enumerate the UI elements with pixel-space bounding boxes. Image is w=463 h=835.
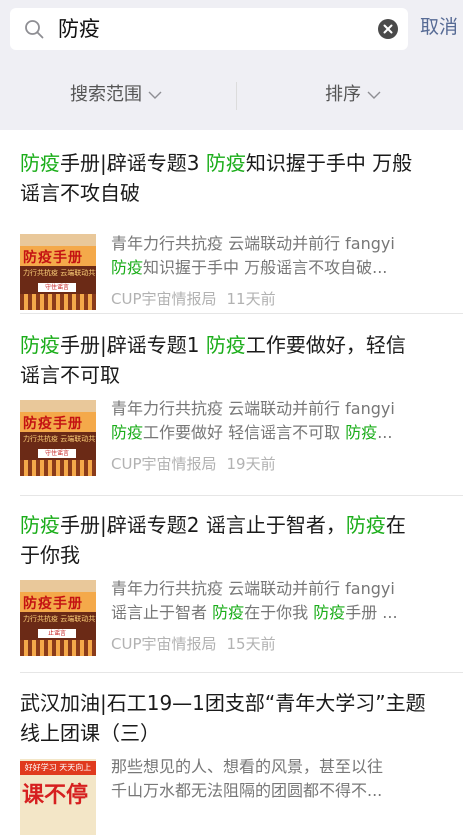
divider <box>20 313 463 314</box>
chevron-down-icon <box>148 91 162 99</box>
description-text: ... <box>377 423 393 442</box>
highlight-text: 防疫 <box>345 423 378 442</box>
result-title: 防疫手册|辟谣专题3 防疫知识握于手中 万般 谣言不攻自破 <box>20 148 448 208</box>
result-meta: CUP宇宙情报局 15天前 <box>111 634 276 654</box>
title-text: 在 <box>385 513 406 537</box>
thumbnail-banner: 好好学习 天天向上 <box>20 761 96 775</box>
highlight-text: 防疫 <box>111 423 144 442</box>
highlight-text: 防疫 <box>20 513 60 537</box>
search-input[interactable]: 防疫 <box>10 8 408 50</box>
result-thumbnail[interactable]: 防疫手册 力行共抗疫 云端联动共前 守住谣言 <box>20 400 96 476</box>
result-thumbnail[interactable]: 防疫手册 力行共抗疫 云端联动共前 守住谣言 <box>20 234 96 310</box>
highlight-text: 防疫 <box>111 258 144 277</box>
title-text: 手册|辟谣专题1 <box>60 333 206 357</box>
result-title: 防疫手册|辟谣专题1 防疫工作要做好，轻信 谣言不可取 <box>20 330 448 390</box>
chevron-down-icon <box>367 91 381 99</box>
divider <box>20 672 463 673</box>
cancel-button[interactable]: 取消 <box>420 15 458 39</box>
description-text: 在于你我 <box>244 603 314 622</box>
description-text: 工作要做好 轻信谣言不可取 <box>143 423 346 442</box>
timestamp: 15天前 <box>226 635 276 653</box>
sort-filter-label: 排序 <box>325 84 361 105</box>
thumbnail-title: 防疫手册 <box>23 250 83 266</box>
result-thumbnail[interactable]: 好好学习 天天向上 课不停 <box>20 759 96 835</box>
title-text: 谣言不攻自破 <box>20 181 140 205</box>
title-text: 工作要做好，轻信 <box>245 333 406 357</box>
clear-icon[interactable] <box>378 19 398 39</box>
description-text: 青年力行共抗疫 云端联动并前行 fangyi <box>111 234 395 253</box>
result-meta: CUP宇宙情报局 19天前 <box>111 454 276 474</box>
title-text: 于你我 <box>20 543 80 567</box>
result-description: 青年力行共抗疫 云端联动并前行 fangyi 防疫工作要做好 轻信谣言不可取 防疫… <box>111 397 451 445</box>
filter-divider <box>236 82 237 110</box>
description-text: 青年力行共抗疫 云端联动并前行 fangyi <box>111 579 395 598</box>
sort-filter[interactable]: 排序 <box>325 83 381 107</box>
highlight-text: 防疫 <box>212 603 245 622</box>
scope-filter[interactable]: 搜索范围 <box>70 83 162 107</box>
result-title: 武汉加油|石工19—1团支部“青年大学习”主题 线上团课（三） <box>20 688 448 748</box>
search-query-text: 防疫 <box>58 17 100 41</box>
thumbnail-subtitle: 力行共抗疫 云端联动共前 <box>23 615 96 623</box>
result-meta: CUP宇宙情报局 11天前 <box>111 289 276 309</box>
filter-bar: 搜索范围 排序 <box>0 60 463 130</box>
highlight-text: 防疫 <box>20 151 60 175</box>
scope-filter-label: 搜索范围 <box>70 84 142 105</box>
highlight-text: 防疫 <box>313 603 346 622</box>
description-text: 那些想见的人、想看的风景，甚至以往 <box>111 757 384 776</box>
title-text: 谣言不可取 <box>20 363 120 387</box>
search-header: 防疫 取消 搜索范围 排序 <box>0 0 463 130</box>
thumbnail-subtitle: 力行共抗疫 云端联动共前 <box>23 435 96 443</box>
result-title: 防疫手册|辟谣专题2 谣言止于智者，防疫在 于你我 <box>20 510 448 570</box>
title-text: 知识握于手中 万般 <box>245 151 413 175</box>
description-text: 青年力行共抗疫 云端联动并前行 fangyi <box>111 399 395 418</box>
highlight-text: 防疫 <box>20 333 60 357</box>
title-text: 手册|辟谣专题3 <box>60 151 206 175</box>
description-text: 谣言止于智者 <box>111 603 213 622</box>
title-text: 武汉加油|石工19—1团支部“青年大学习”主题 <box>20 691 426 715</box>
source-name: CUP宇宙情报局 <box>111 290 217 308</box>
thumbnail-title: 课不停 <box>22 783 89 808</box>
search-icon <box>25 20 44 39</box>
timestamp: 11天前 <box>226 290 276 308</box>
thumbnail-tag: 守住谣言 <box>38 283 76 292</box>
description-text: 手册 ... <box>345 603 398 622</box>
thumbnail-tag: 守住谣言 <box>38 449 76 458</box>
highlight-text: 防疫 <box>205 333 246 357</box>
result-thumbnail[interactable]: 防疫手册 力行共抗疫 云端联动共前 止谣言 <box>20 580 96 656</box>
thumbnail-title: 防疫手册 <box>23 596 83 612</box>
result-description: 青年力行共抗疫 云端联动并前行 fangyi 谣言止于智者 防疫在于你我 防疫手册… <box>111 577 451 625</box>
thumbnail-subtitle: 力行共抗疫 云端联动共前 <box>23 269 96 277</box>
thumbnail-title: 防疫手册 <box>23 416 83 432</box>
timestamp: 19天前 <box>226 455 276 473</box>
description-text: 知识握于手中 万般谣言不攻自破... <box>143 258 388 277</box>
result-description: 那些想见的人、想看的风景，甚至以往 千山万水都无法阻隔的团圆都不得不... <box>111 755 451 803</box>
highlight-text: 防疫 <box>345 513 386 537</box>
thumbnail-tag: 止谣言 <box>38 629 76 638</box>
source-name: CUP宇宙情报局 <box>111 635 217 653</box>
description-text: 千山万水都无法阻隔的团圆都不得不... <box>111 781 383 800</box>
highlight-text: 防疫 <box>205 151 246 175</box>
result-description: 青年力行共抗疫 云端联动并前行 fangyi 防疫知识握于手中 万般谣言不攻自破.… <box>111 232 451 280</box>
title-text: 线上团课（三） <box>20 721 160 745</box>
title-text: 手册|辟谣专题2 谣言止于智者， <box>60 513 346 537</box>
divider <box>20 495 463 496</box>
source-name: CUP宇宙情报局 <box>111 455 217 473</box>
